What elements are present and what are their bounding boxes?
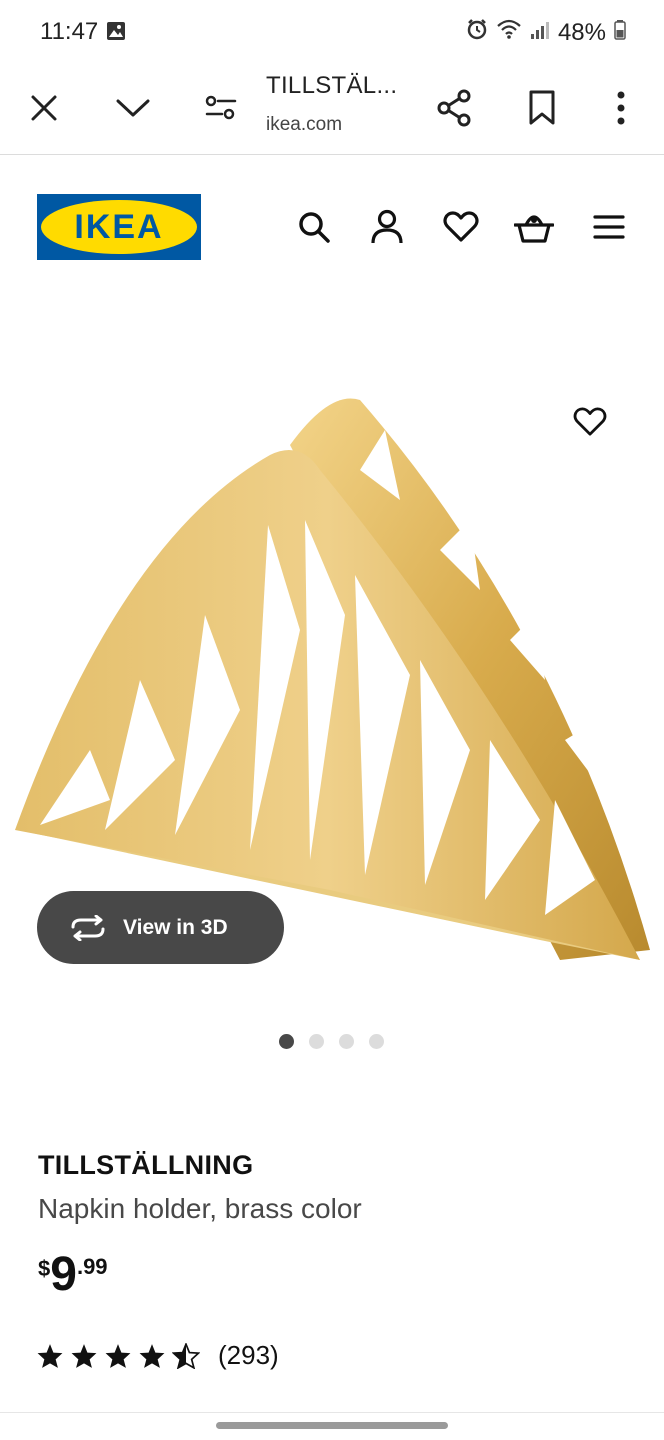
browser-toolbar: TILLSTÄL... ikea.com	[0, 64, 664, 155]
view-in-3d-button[interactable]: View in 3D	[37, 891, 284, 964]
carousel-dot[interactable]	[339, 1034, 354, 1049]
gesture-navigation-bar[interactable]	[216, 1422, 448, 1429]
ikea-logo[interactable]: IKEA	[37, 194, 201, 260]
product-price: $ 9 .99	[38, 1250, 108, 1300]
star-icon	[139, 1343, 165, 1368]
tab-title[interactable]: TILLSTÄL...	[266, 72, 397, 100]
product-rating[interactable]: (293)	[36, 1340, 279, 1371]
wifi-icon	[496, 18, 522, 47]
signal-icon	[530, 19, 550, 47]
account-icon	[371, 209, 403, 244]
tab-url[interactable]: ikea.com	[266, 114, 342, 136]
chevron-down-icon	[116, 99, 150, 117]
menu-button[interactable]	[589, 207, 629, 247]
star-icon	[71, 1343, 97, 1368]
page-settings-icon	[205, 95, 237, 120]
star-icon	[37, 1343, 63, 1368]
carousel-dot[interactable]	[369, 1034, 384, 1049]
rotate-3d-icon	[71, 914, 105, 941]
share-button[interactable]	[430, 84, 478, 132]
more-icon	[617, 91, 625, 125]
status-time: 11:47	[40, 18, 99, 45]
search-icon	[299, 212, 330, 243]
bookmark-button[interactable]	[518, 84, 566, 132]
star-half-icon	[172, 1342, 200, 1369]
page-settings-button[interactable]	[197, 84, 245, 132]
divider	[0, 1412, 664, 1413]
logo-text: IKEA	[74, 208, 163, 246]
site-header: IKEA	[0, 155, 664, 285]
close-tab-button[interactable]	[20, 84, 68, 132]
more-menu-button[interactable]	[597, 84, 645, 132]
product-description: Napkin holder, brass color	[38, 1193, 362, 1224]
search-button[interactable]	[294, 207, 334, 247]
battery-icon	[614, 19, 626, 47]
menu-icon	[593, 215, 625, 239]
carousel-dot[interactable]	[309, 1034, 324, 1049]
price-currency: $	[38, 1256, 51, 1281]
basket-icon	[514, 215, 554, 243]
status-bar: 11:47 48%	[0, 0, 664, 64]
shopping-bag-button[interactable]	[514, 207, 554, 247]
minimize-button[interactable]	[109, 84, 157, 132]
price-decimal: .99	[76, 1254, 108, 1279]
alarm-icon	[466, 18, 488, 47]
close-icon	[31, 95, 57, 121]
gallery-notification-icon	[106, 21, 126, 46]
share-icon	[437, 89, 471, 127]
product-name: TILLSTÄLLNING	[38, 1150, 254, 1180]
rating-stars	[36, 1342, 200, 1369]
image-carousel-indicator	[279, 1034, 384, 1049]
carousel-dot[interactable]	[279, 1034, 294, 1049]
account-button[interactable]	[367, 207, 407, 247]
add-to-favourites-button[interactable]	[566, 398, 614, 446]
rating-count[interactable]: (293)	[218, 1340, 279, 1371]
bookmark-icon	[529, 90, 555, 125]
favourites-button[interactable]	[441, 207, 481, 247]
view-in-3d-label: View in 3D	[123, 915, 228, 939]
heart-icon	[443, 211, 479, 242]
heart-icon	[573, 407, 607, 436]
price-integer: 9	[50, 1248, 77, 1301]
star-icon	[105, 1343, 131, 1368]
battery-level: 48%	[557, 18, 606, 46]
status-icons: 48%	[466, 18, 626, 47]
